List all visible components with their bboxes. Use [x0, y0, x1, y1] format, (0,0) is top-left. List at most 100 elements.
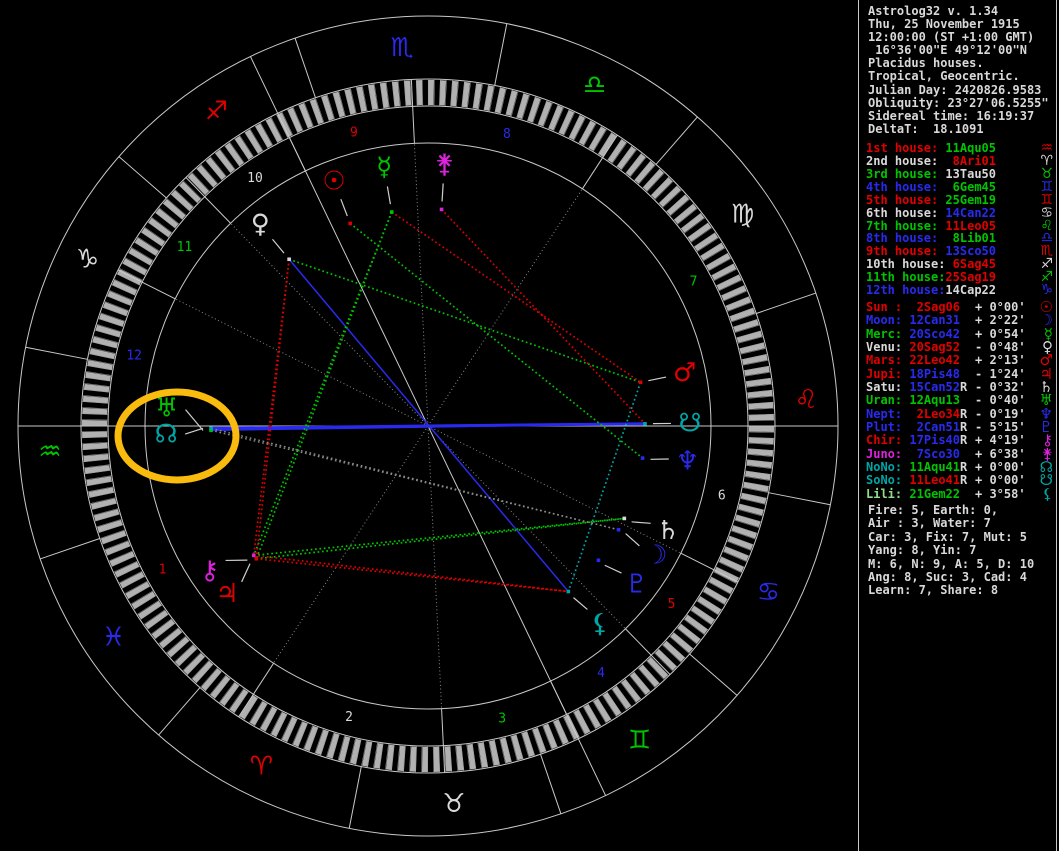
planet-label: SoNo: — [866, 474, 902, 487]
stats-line: Yang: 8, Yin: 7 — [868, 544, 1034, 557]
house-row: 4th house: 6Gem45♊ — [866, 181, 1056, 194]
planet-position-value: 2Leo34 — [902, 408, 960, 421]
planet-row: NoNo:11Aqu41R+ 0°00'☊ — [866, 461, 1056, 474]
sign-glyph-aquarius: ♒ — [38, 437, 61, 467]
planet-position-value: 11Leo41 — [902, 474, 960, 487]
wheel-planet-icon-Lili: ⚸ — [590, 609, 609, 639]
planet-label: Sun : — [866, 301, 902, 314]
wheel-planet-icon-Satu: ♄ — [656, 516, 679, 546]
retrograde-flag — [960, 314, 968, 327]
retrograde-flag: R — [960, 434, 968, 447]
aspect-lines — [211, 209, 645, 591]
stats-line: Air : 3, Water: 7 — [868, 517, 1034, 530]
house-cusp-value: 14Can22 — [945, 207, 996, 220]
planet-position-value: 21Gem22 — [902, 488, 960, 501]
house-number-6: 6 — [718, 488, 726, 503]
planet-label: Moon: — [866, 314, 902, 327]
sign-glyph-sagittarius: ♐ — [205, 96, 228, 126]
planet-position-value: 15Can52 — [902, 381, 960, 394]
planet-degree-dot — [252, 554, 256, 558]
header-line: Julian Day: 2420826.9583 — [868, 84, 1049, 97]
retrograde-flag: R — [960, 474, 968, 487]
house-label: 6th house: — [866, 207, 945, 220]
planet-velocity: - 5°15' — [975, 421, 1026, 434]
planet-velocity: + 6°38' — [975, 448, 1026, 461]
retrograde-flag — [960, 341, 968, 354]
retrograde-flag: R — [960, 408, 968, 421]
planet-label: Venu: — [866, 341, 902, 354]
retrograde-flag — [960, 301, 968, 314]
wheel-planet-icon-SoNo: ☋ — [678, 408, 701, 438]
sign-glyph-virgo: ♍ — [731, 200, 754, 230]
house-label: 2nd house: — [866, 155, 945, 168]
planet-label: Mars: — [866, 354, 902, 367]
house-cusp-value: 6Gem45 — [945, 181, 996, 194]
planet-label: Satu: — [866, 381, 902, 394]
house-cusp-value: 25Gem19 — [945, 194, 996, 207]
house-label: 3rd house: — [866, 168, 945, 181]
planet-degree-dot — [567, 590, 571, 594]
planet-position-list: Sun : 2Sag06 + 0°00'☉Moon:12Can31 + 2°22… — [866, 301, 1056, 501]
planet-row: Plut: 2Can51R- 5°15'♇ — [866, 421, 1056, 434]
planet-position-value: 12Aqu13 — [902, 394, 960, 407]
house-label: 4th house: — [866, 181, 945, 194]
retrograde-flag — [960, 448, 968, 461]
planet-velocity: - 0°48' — [975, 341, 1026, 354]
planet-row: Sun : 2Sag06 + 0°00'☉ — [866, 301, 1056, 314]
panel-left-separator — [858, 0, 859, 851]
zodiac-sign-icon: ♑ — [1040, 284, 1056, 297]
house-number-9: 9 — [350, 126, 358, 141]
planet-row: Satu:15Can52R- 0°32'♄ — [866, 381, 1056, 394]
sign-glyph-taurus: ♉ — [442, 789, 465, 819]
sign-glyph-cancer: ♋ — [757, 578, 780, 608]
house-number-1: 1 — [159, 562, 167, 577]
house-label: 1st house: — [866, 142, 945, 155]
planet-degree-dot — [440, 208, 444, 212]
planet-label: Merc: — [866, 328, 902, 341]
planet-degree-dot — [617, 528, 621, 532]
stats-line: Ang: 8, Suc: 3, Cad: 4 — [868, 571, 1034, 584]
retrograde-flag — [960, 328, 968, 341]
planet-label: Chir: — [866, 434, 902, 447]
planet-velocity: + 0°00' — [975, 474, 1026, 487]
planet-row: Venu:20Sag52 - 0°48'♀ — [866, 341, 1056, 354]
house-cusp-value: 13Tau50 — [945, 168, 996, 181]
planet-label: Juno: — [866, 448, 902, 461]
planet-icon: ⚸ — [1042, 488, 1056, 501]
sign-glyph-aries: ♈ — [250, 751, 273, 781]
wheel-planet-icon-Venu: ♀ — [251, 210, 270, 240]
planet-position-value: 17Pis40 — [902, 434, 960, 447]
house-cusp-list: 1st house:11Aqu05♒2nd house: 8Ari01♈3rd … — [866, 142, 1056, 297]
planet-row: Merc:20Sco42 + 0°54'☿ — [866, 328, 1056, 341]
house-row: 6th house:14Can22♋ — [866, 207, 1056, 220]
planet-label: Jupi: — [866, 368, 902, 381]
planet-degree-dot — [390, 210, 394, 214]
planet-velocity: - 1°24' — [975, 368, 1026, 381]
sign-glyph-gemini: ♊ — [628, 726, 651, 756]
retrograde-flag — [960, 488, 968, 501]
sign-glyph-libra: ♎ — [583, 71, 606, 101]
planet-degree-dot — [639, 380, 643, 384]
retrograde-flag — [960, 394, 968, 407]
planet-label: Lili: — [866, 488, 902, 501]
house-cusp-value: 14Cap22 — [945, 284, 996, 297]
retrograde-flag: R — [960, 381, 968, 394]
planet-velocity: + 0°54' — [975, 328, 1026, 341]
planet-position-value: 2Can51 — [902, 421, 960, 434]
header-line: Sidereal time: 16:19:37 — [868, 110, 1049, 123]
wheel-planet-icon-Juno: ⚵ — [435, 150, 454, 180]
sign-glyph-capricorn: ♑ — [76, 244, 99, 274]
wheel-planet-icon-Chir: ⚷ — [200, 556, 219, 586]
house-label: 12th house: — [866, 284, 945, 297]
wheel-planet-icon-NoNo: ☊ — [155, 420, 178, 450]
planet-velocity: + 0°00' — [975, 461, 1026, 474]
stats-line: Learn: 7, Share: 8 — [868, 584, 1034, 597]
planet-velocity: + 0°00' — [975, 301, 1026, 314]
planet-position-value: 12Can31 — [902, 314, 960, 327]
planet-row: Lili:21Gem22 + 3°58'⚸ — [866, 488, 1056, 501]
house-number-10: 10 — [247, 171, 263, 186]
header-line: DeltaT: 18.1091 — [868, 123, 1049, 136]
astrolog32-window: { "colors": { "red": "#e00000", "green":… — [0, 0, 1059, 851]
planet-position-value: 2Sag06 — [902, 301, 960, 314]
house-number-7: 7 — [690, 275, 698, 290]
